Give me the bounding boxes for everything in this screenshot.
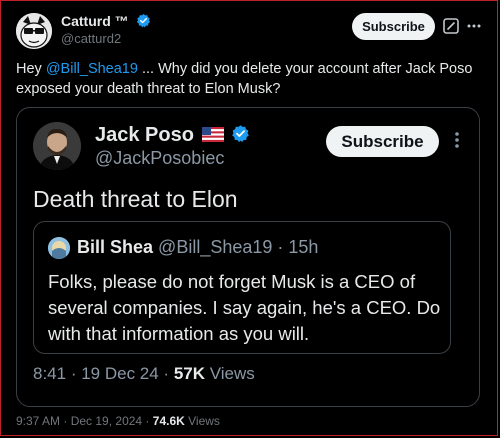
nested-quote-header: Bill Shea @Bill_Shea19 · 15h <box>77 237 318 258</box>
mention-link[interactable]: @Bill_Shea19 <box>46 61 138 77</box>
nested-author-avatar[interactable] <box>48 237 70 259</box>
quoted-post-meta: 8:41 · 19 Dec 24 · 57K Views <box>33 364 255 384</box>
nested-post-text: Folks, please do not forget Musk is a CE… <box>48 271 441 344</box>
post-text: Hey @Bill_Shea19 ... Why did you delete … <box>16 59 482 99</box>
author-name-text[interactable]: Catturd ™ <box>61 13 129 29</box>
nested-author-handle[interactable]: @Bill_Shea19 <box>158 237 272 257</box>
us-flag-icon <box>200 124 230 146</box>
quoted-author-avatar[interactable] <box>33 122 81 170</box>
separator-dot: · <box>142 414 153 428</box>
quoted-more-options-icon[interactable] <box>452 130 462 150</box>
quoted-views-count: 57K <box>173 364 205 383</box>
separator-dot: · <box>60 414 71 428</box>
post-time[interactable]: 9:37 AM <box>16 414 60 428</box>
verified-badge-icon <box>232 125 249 143</box>
nested-quoted-post[interactable]: Bill Shea @Bill_Shea19 · 15h Folks, plea… <box>33 221 451 354</box>
author-handle[interactable]: @catturd2 <box>61 31 121 46</box>
quoted-author-name[interactable]: Jack Poso <box>95 124 250 147</box>
views-count: 74.6K <box>152 414 185 428</box>
post-meta: 9:37 AM · Dec 19, 2024 · 74.6K Views <box>16 414 220 428</box>
post-date[interactable]: Dec 19, 2024 <box>71 414 142 428</box>
quoted-post-text: Death threat to Elon <box>33 186 238 212</box>
nested-author-name[interactable]: Bill Shea <box>77 237 153 257</box>
nested-post-age[interactable]: 15h <box>288 237 318 257</box>
separator-dot: · <box>272 237 289 257</box>
author-avatar[interactable] <box>16 13 52 49</box>
separator-dot: · <box>66 364 82 383</box>
quoted-post[interactable]: Jack Poso @JackPosobiec Subscribe Death … <box>16 107 480 407</box>
subscribe-button[interactable]: Subscribe <box>352 13 435 40</box>
views-label: Views <box>188 414 220 428</box>
quoted-views-label: Views <box>209 364 255 383</box>
quoted-subscribe-button[interactable]: Subscribe <box>326 126 439 157</box>
quoted-post-time[interactable]: 8:41 <box>33 364 66 383</box>
post-text-prefix: Hey <box>16 61 46 77</box>
quoted-author-name-text[interactable]: Jack Poso <box>95 124 194 146</box>
author-name[interactable]: Catturd ™ <box>61 13 151 29</box>
more-options-icon[interactable] <box>465 17 483 35</box>
verified-badge-icon <box>136 13 150 28</box>
quoted-author-handle[interactable]: @JackPosobiec <box>95 148 224 169</box>
quoted-post-date[interactable]: 19 Dec 24 <box>81 364 159 383</box>
separator-dot: · <box>158 364 174 383</box>
grok-icon[interactable] <box>442 17 460 35</box>
